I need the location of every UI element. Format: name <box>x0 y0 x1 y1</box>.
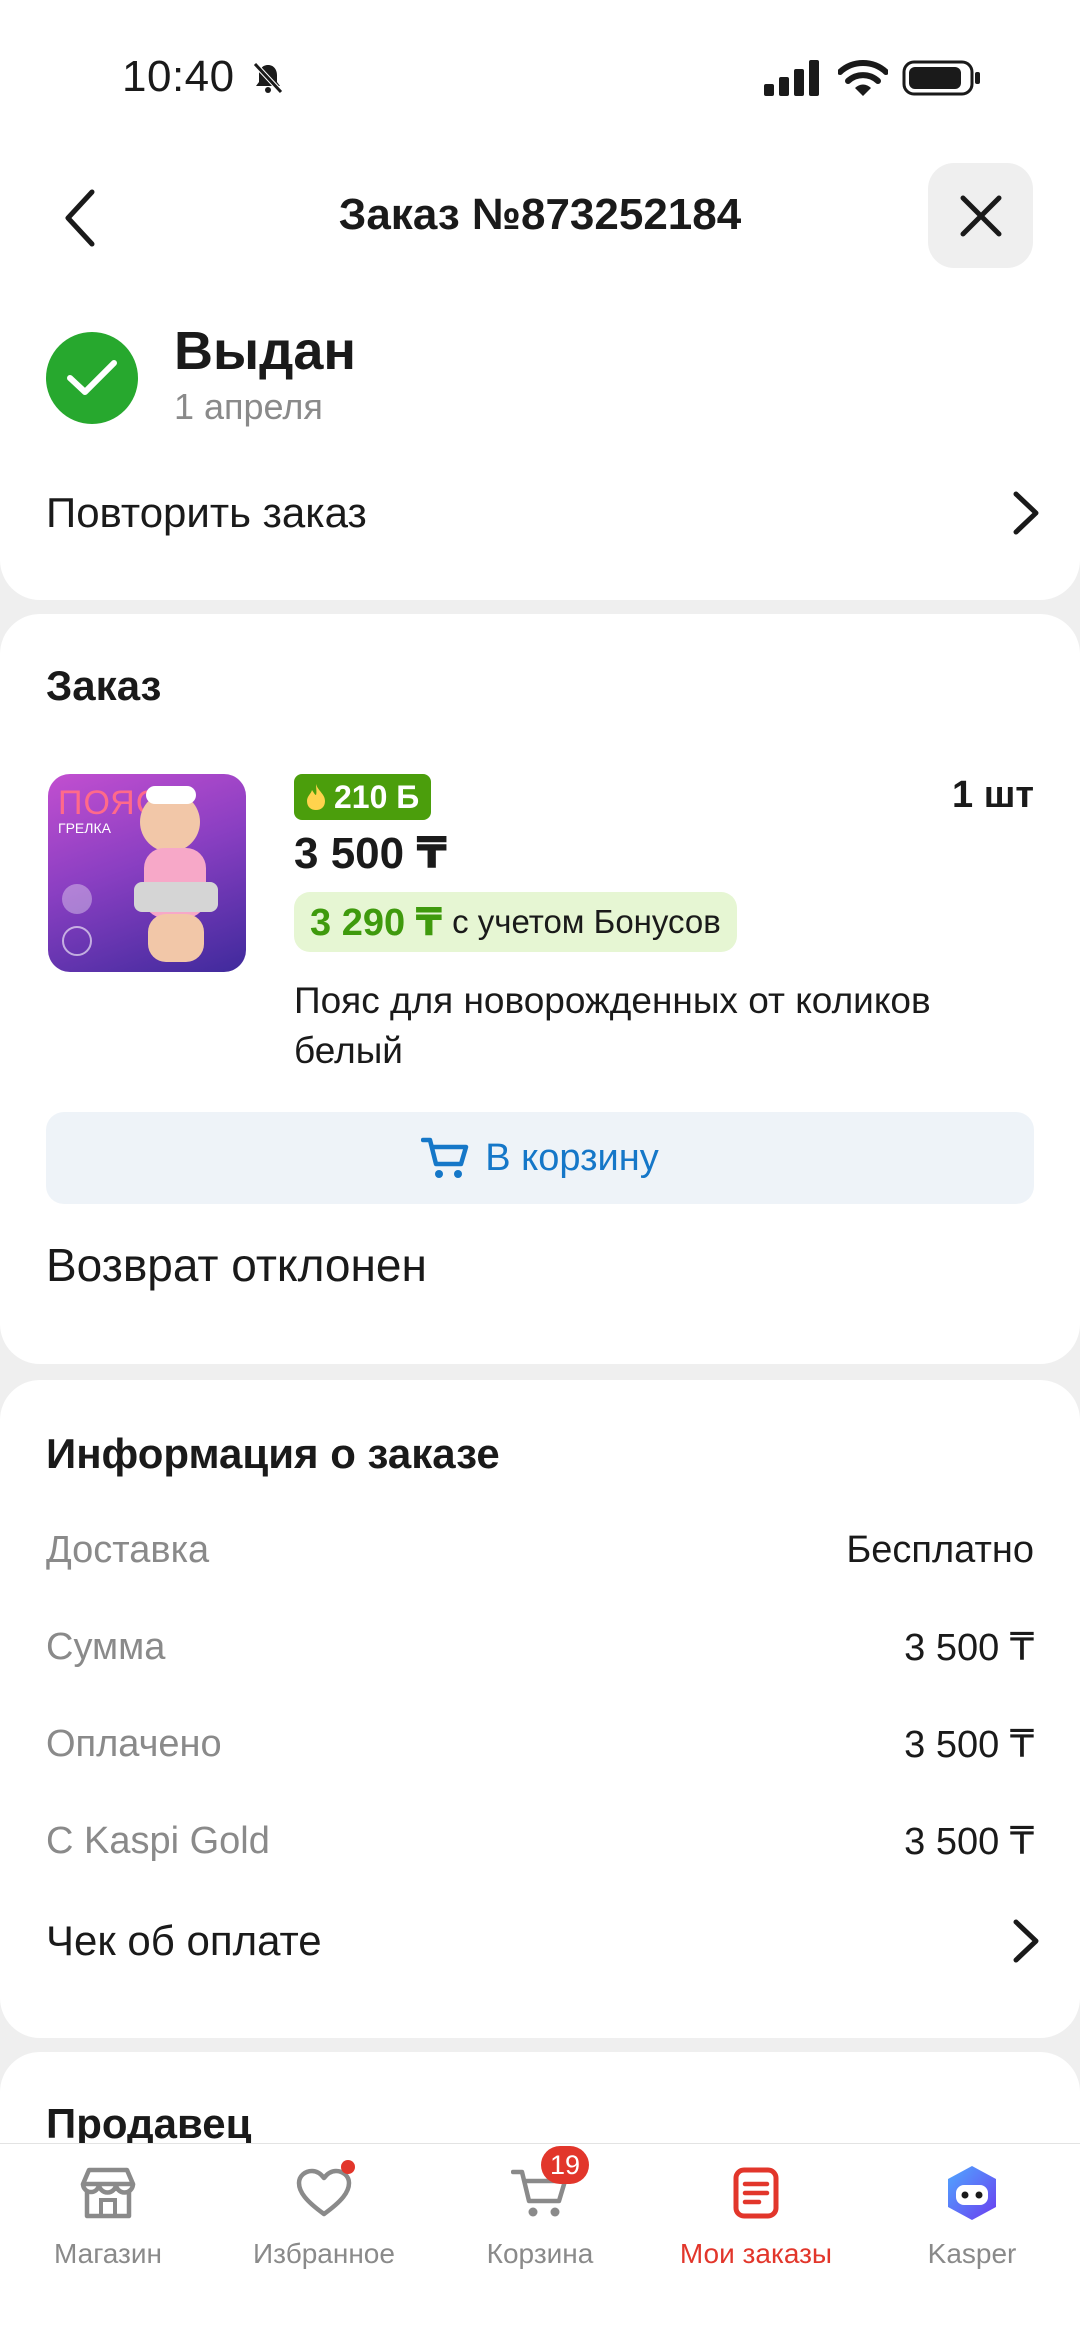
cart-icon: 19 <box>505 2146 589 2228</box>
bottom-nav: Магазин Избранное 19 Корзина Мои заказы … <box>0 2143 1080 2347</box>
order-items-card: Заказ ПОЯС ГРЕЛКА 210 Б 1 шт 3 500 ₸ 3 2… <box>0 614 1080 1364</box>
orders-icon <box>721 2158 791 2228</box>
order-status-title: Выдан <box>174 321 357 381</box>
cart-icon <box>421 1137 469 1178</box>
nav-label: Корзина <box>486 2238 594 2269</box>
nav-item-shop[interactable]: Магазин <box>8 2158 208 2308</box>
info-key: Оплачено <box>46 1722 222 1765</box>
bonus-badge: 210 Б <box>294 774 432 820</box>
nav-item-favorites[interactable]: Избранное <box>224 2158 424 2308</box>
battery-icon <box>902 60 980 96</box>
order-status-card: Выдан 1 апреля Повторить заказ <box>0 280 1080 600</box>
bonus-price-pill: 3 290 ₸ с учетом Бонусов <box>294 892 737 952</box>
info-key: Доставка <box>46 1528 210 1571</box>
cart-count-badge: 19 <box>541 2146 589 2184</box>
product-image-subtitle: ГРЕЛКА <box>58 820 111 836</box>
signal-icon <box>764 60 819 96</box>
kasper-icon <box>937 2158 1007 2228</box>
info-row-sum: Сумма 3 500 ₸ <box>46 1617 1034 1677</box>
add-to-cart-button[interactable]: В корзину <box>46 1112 1034 1204</box>
order-section-title: Заказ <box>46 662 162 709</box>
nav-label: Избранное <box>253 2238 395 2269</box>
bonus-badge-text: 210 Б <box>334 778 420 815</box>
info-row-paid: Оплачено 3 500 ₸ <box>46 1714 1034 1774</box>
status-time: 10:40 <box>122 52 235 101</box>
notification-dot <box>341 2160 355 2174</box>
info-key: Сумма <box>46 1625 166 1668</box>
product-badge-circle <box>62 884 92 914</box>
nav-item-my-orders[interactable]: Мои заказы <box>656 2158 856 2308</box>
nav-label: Kasper <box>927 2238 1017 2269</box>
payment-receipt-row[interactable]: Чек об оплате <box>46 1906 1040 1976</box>
add-to-cart-label: В корзину <box>485 1136 659 1179</box>
silent-bell-icon <box>253 62 283 94</box>
product-age-circle <box>62 926 92 956</box>
chevron-right-icon <box>1013 1919 1039 1963</box>
baby-bow <box>146 786 196 804</box>
product-name[interactable]: Пояс для новорожденных от коликов белый <box>294 976 1034 1076</box>
close-button[interactable] <box>928 163 1033 268</box>
nav-item-cart[interactable]: 19 Корзина <box>440 2146 640 2308</box>
status-bar: 10:40 <box>0 0 1080 150</box>
seller-section-title: Продавец <box>46 2100 252 2147</box>
info-value: 3 500 ₸ <box>904 1626 1034 1669</box>
product-price: 3 500 ₸ <box>294 829 447 878</box>
bonus-price-note: с учетом Бонусов <box>452 903 721 940</box>
belt-pad <box>134 882 218 912</box>
order-status-date: 1 апреля <box>174 386 323 427</box>
return-status: Возврат отклонен <box>46 1239 427 1291</box>
info-section-title: Информация о заказе <box>46 1430 500 1477</box>
repeat-order-label: Повторить заказ <box>46 489 367 536</box>
info-row-kaspi-gold: С Kaspi Gold 3 500 ₸ <box>46 1811 1034 1871</box>
nav-label: Мои заказы <box>679 2238 833 2269</box>
info-value: Бесплатно <box>846 1528 1034 1571</box>
order-info-card: Информация о заказе Доставка Бесплатно С… <box>0 1380 1080 2038</box>
info-key: С Kaspi Gold <box>46 1819 270 1862</box>
close-icon <box>960 195 1001 236</box>
order-header: Заказ №873252184 <box>0 150 1080 280</box>
baby-legs <box>148 914 204 962</box>
nav-label: Магазин <box>53 2238 162 2269</box>
bonus-price: 3 290 ₸ <box>310 901 443 944</box>
flame-icon <box>307 784 325 810</box>
product-quantity: 1 шт <box>952 774 1034 816</box>
info-value: 3 500 ₸ <box>904 1723 1034 1766</box>
info-row-delivery: Доставка Бесплатно <box>46 1520 1034 1580</box>
info-value: 3 500 ₸ <box>904 1820 1034 1863</box>
store-icon <box>73 2158 143 2228</box>
payment-receipt-label: Чек об оплате <box>46 1917 322 1964</box>
page-title: Заказ №873252184 <box>338 190 742 239</box>
repeat-order-row[interactable]: Повторить заказ <box>46 478 1040 548</box>
check-circle-icon <box>46 332 138 424</box>
nav-item-kasper[interactable]: Kasper <box>872 2158 1072 2308</box>
chevron-right-icon <box>1013 491 1039 535</box>
wifi-icon <box>838 60 888 96</box>
product-image[interactable]: ПОЯС ГРЕЛКА <box>48 774 246 972</box>
heart-icon <box>289 2158 359 2228</box>
